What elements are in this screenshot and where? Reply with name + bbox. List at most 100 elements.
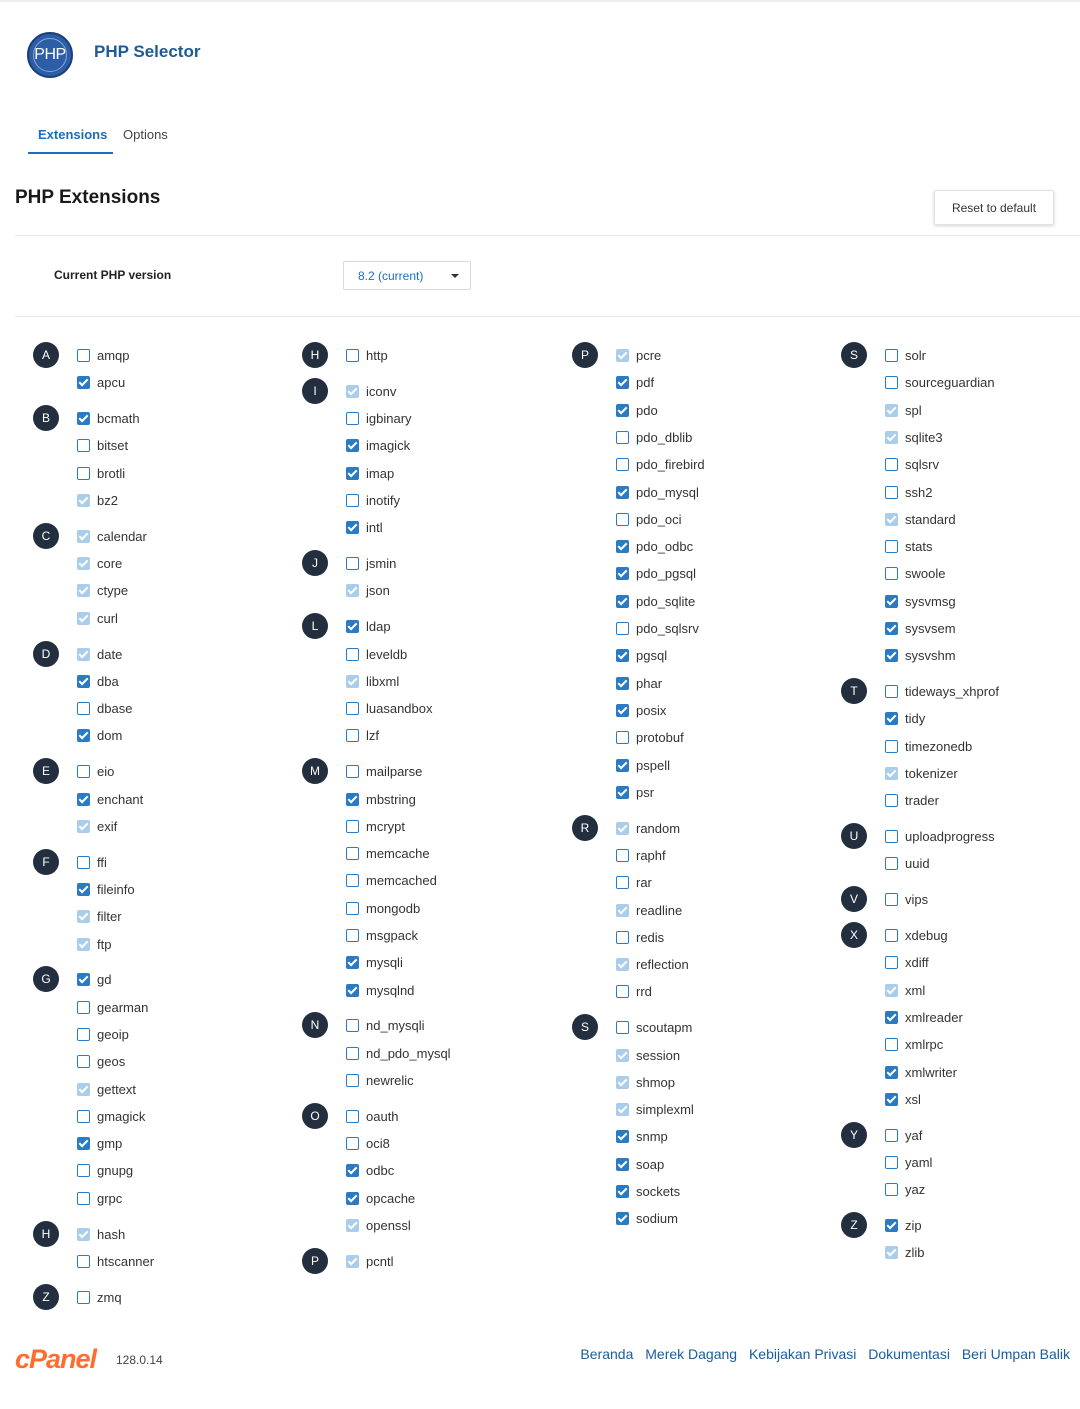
extension-checkbox[interactable] xyxy=(77,702,90,716)
extension-checkbox[interactable] xyxy=(77,674,90,688)
extension-checkbox[interactable] xyxy=(616,458,629,472)
extension-checkbox[interactable] xyxy=(885,1065,898,1079)
footer-link-dokumentasi[interactable]: Dokumentasi xyxy=(868,1346,950,1362)
extension-checkbox[interactable] xyxy=(346,729,359,743)
cpanel-logo[interactable]: cPanel xyxy=(15,1344,97,1374)
extension-checkbox[interactable] xyxy=(616,758,629,772)
extension-checkbox[interactable] xyxy=(77,882,90,896)
extension-checkbox[interactable] xyxy=(346,1074,359,1087)
extension-checkbox[interactable] xyxy=(346,494,359,507)
tab-extensions[interactable]: Extensions xyxy=(38,127,107,142)
extension-checkbox[interactable] xyxy=(346,557,359,571)
extension-checkbox[interactable] xyxy=(77,973,90,987)
extension-checkbox[interactable] xyxy=(346,792,359,806)
extension-checkbox[interactable] xyxy=(77,1164,90,1178)
extension-checkbox[interactable] xyxy=(885,594,898,608)
extension-checkbox[interactable] xyxy=(77,349,90,362)
extension-checkbox[interactable] xyxy=(77,1254,90,1268)
footer-link-beranda[interactable]: Beranda xyxy=(580,1346,633,1362)
extension-checkbox[interactable] xyxy=(616,567,629,581)
extension-checkbox[interactable] xyxy=(885,1038,898,1052)
extension-checkbox[interactable] xyxy=(616,731,629,745)
extension-checkbox[interactable] xyxy=(346,647,359,661)
extension-checkbox[interactable] xyxy=(885,485,898,499)
extension-checkbox[interactable] xyxy=(77,1109,90,1123)
extension-checkbox[interactable] xyxy=(346,1137,359,1151)
extension-checkbox[interactable] xyxy=(885,956,898,970)
footer-link-merek-dagang[interactable]: Merek Dagang xyxy=(645,1346,737,1362)
extension-checkbox[interactable] xyxy=(616,703,629,717)
extension-checkbox[interactable] xyxy=(77,855,90,869)
extension-checkbox[interactable] xyxy=(616,622,629,635)
extension-checkbox[interactable] xyxy=(885,1128,898,1142)
extension-checkbox[interactable] xyxy=(77,466,90,480)
extension-checkbox[interactable] xyxy=(616,1157,629,1171)
extension-checkbox[interactable] xyxy=(616,540,629,554)
extension-checkbox[interactable] xyxy=(885,567,898,581)
extension-checkbox[interactable] xyxy=(346,1046,359,1060)
extension-checkbox[interactable] xyxy=(346,466,359,480)
reset-to-default-button[interactable]: Reset to default xyxy=(934,190,1054,225)
extension-checkbox[interactable] xyxy=(616,930,629,944)
extension-checkbox[interactable] xyxy=(77,439,90,453)
extension-checkbox[interactable] xyxy=(77,792,90,806)
extension-checkbox[interactable] xyxy=(885,830,898,844)
extension-checkbox[interactable] xyxy=(346,349,359,362)
extension-checkbox[interactable] xyxy=(77,765,90,779)
extension-checkbox[interactable] xyxy=(346,819,359,833)
extension-checkbox[interactable] xyxy=(885,1092,898,1106)
extension-checkbox[interactable] xyxy=(346,929,359,942)
extension-checkbox[interactable] xyxy=(616,676,629,690)
extension-checkbox[interactable] xyxy=(885,1183,898,1197)
extension-checkbox[interactable] xyxy=(616,403,629,417)
extension-checkbox[interactable] xyxy=(346,847,359,861)
extension-checkbox[interactable] xyxy=(885,1219,898,1232)
extension-checkbox[interactable] xyxy=(616,1212,629,1226)
extension-checkbox[interactable] xyxy=(77,412,90,426)
extension-checkbox[interactable] xyxy=(616,985,629,999)
extension-checkbox[interactable] xyxy=(77,729,90,743)
extension-checkbox[interactable] xyxy=(885,1010,898,1024)
extension-checkbox[interactable] xyxy=(885,622,898,635)
footer-link-beri-umpan-balik[interactable]: Beri Umpan Balik xyxy=(962,1346,1070,1362)
extension-checkbox[interactable] xyxy=(77,1191,90,1205)
extension-checkbox[interactable] xyxy=(346,765,359,779)
extension-checkbox[interactable] xyxy=(616,430,629,444)
extension-checkbox[interactable] xyxy=(885,1155,898,1169)
extension-checkbox[interactable] xyxy=(77,1055,90,1069)
extension-checkbox[interactable] xyxy=(616,876,629,890)
extension-checkbox[interactable] xyxy=(885,929,898,942)
extension-checkbox[interactable] xyxy=(77,376,90,390)
extension-checkbox[interactable] xyxy=(885,458,898,472)
extension-checkbox[interactable] xyxy=(346,702,359,716)
extension-checkbox[interactable] xyxy=(346,620,359,634)
extension-checkbox[interactable] xyxy=(346,1109,359,1123)
extension-checkbox[interactable] xyxy=(346,956,359,970)
extension-checkbox[interactable] xyxy=(616,848,629,862)
tab-options[interactable]: Options xyxy=(123,127,168,142)
php-version-select[interactable]: 8.2 (current) xyxy=(343,261,471,290)
extension-checkbox[interactable] xyxy=(885,893,898,907)
extension-checkbox[interactable] xyxy=(885,857,898,871)
extension-checkbox[interactable] xyxy=(346,983,359,997)
extension-checkbox[interactable] xyxy=(77,1137,90,1151)
extension-checkbox[interactable] xyxy=(616,1130,629,1144)
extension-checkbox[interactable] xyxy=(346,874,359,888)
extension-checkbox[interactable] xyxy=(616,1021,629,1035)
extension-checkbox[interactable] xyxy=(885,349,898,362)
extension-checkbox[interactable] xyxy=(616,485,629,499)
extension-checkbox[interactable] xyxy=(616,785,629,799)
extension-checkbox[interactable] xyxy=(346,901,359,915)
extension-checkbox[interactable] xyxy=(885,376,898,390)
footer-link-kebijakan-privasi[interactable]: Kebijakan Privasi xyxy=(749,1346,856,1362)
extension-checkbox[interactable] xyxy=(885,685,898,699)
extension-checkbox[interactable] xyxy=(77,1290,90,1304)
extension-checkbox[interactable] xyxy=(616,649,629,663)
extension-checkbox[interactable] xyxy=(346,1164,359,1178)
extension-checkbox[interactable] xyxy=(885,649,898,663)
extension-checkbox[interactable] xyxy=(616,376,629,390)
extension-checkbox[interactable] xyxy=(77,1027,90,1041)
extension-checkbox[interactable] xyxy=(885,540,898,554)
extension-checkbox[interactable] xyxy=(616,512,629,526)
extension-checkbox[interactable] xyxy=(616,1185,629,1198)
